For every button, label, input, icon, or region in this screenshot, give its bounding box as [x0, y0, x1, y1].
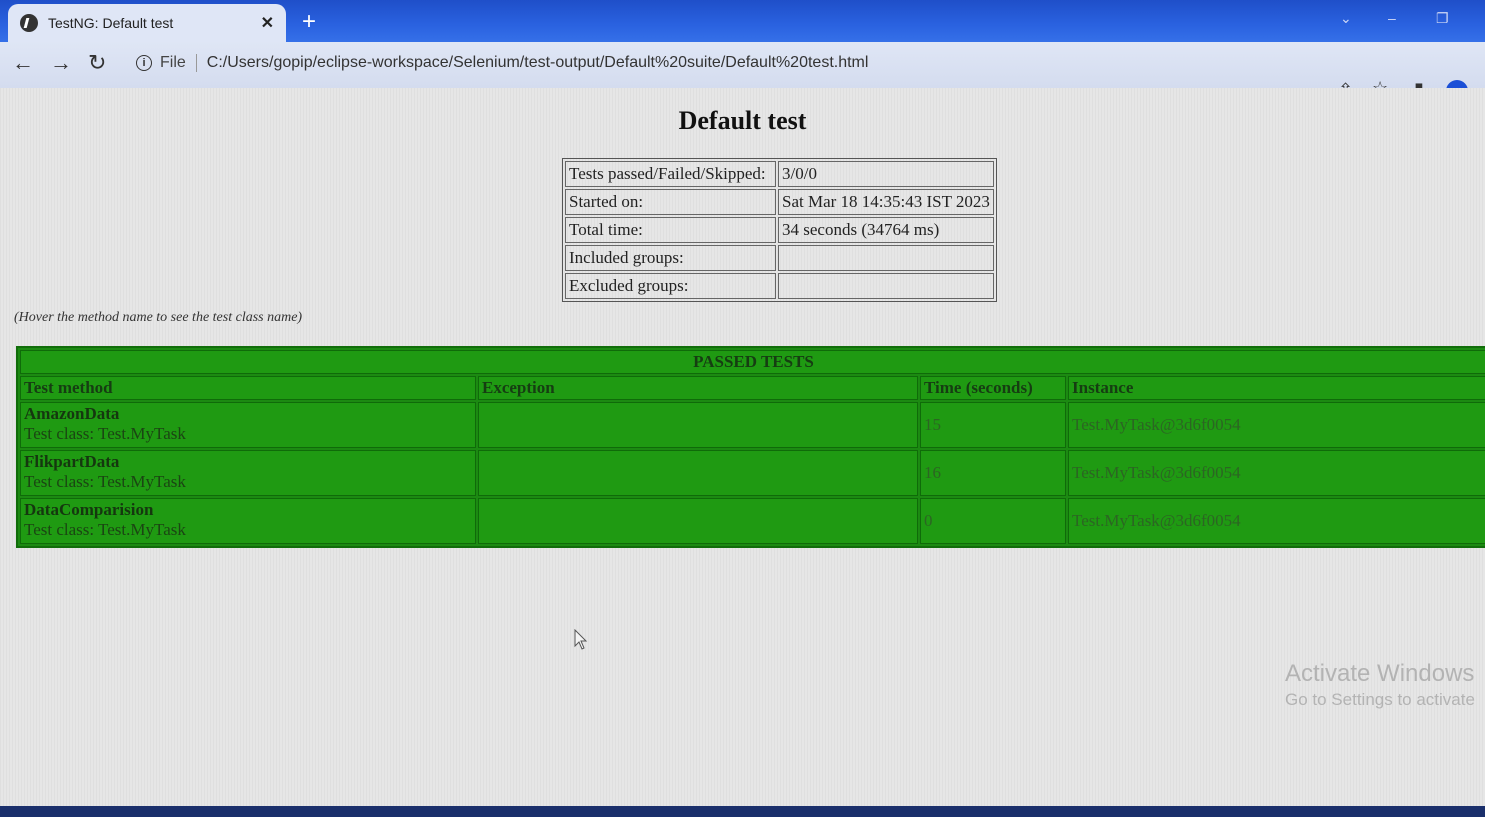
time-cell: 16 — [920, 450, 1066, 496]
test-method-cell[interactable]: DataComparision Test class: Test.MyTask — [20, 498, 476, 544]
method-name[interactable]: FlikpartData — [24, 452, 472, 472]
browser-toolbar: ← → ↻ i File C:/Users/gopip/eclipse-work… — [0, 42, 1485, 88]
tab-strip: TestNG: Default test ✕ + ⌄ – ❐ — [0, 0, 1485, 42]
test-method-cell[interactable]: AmazonData Test class: Test.MyTask — [20, 402, 476, 448]
info-icon[interactable]: i — [136, 55, 152, 71]
table-row: DataComparision Test class: Test.MyTask … — [20, 498, 1485, 544]
exception-cell — [478, 402, 918, 448]
method-class: Test class: Test.MyTask — [24, 520, 186, 539]
summary-label: Total time: — [565, 217, 776, 243]
test-method-cell[interactable]: FlikpartData Test class: Test.MyTask — [20, 450, 476, 496]
passed-tests-table: PASSED TESTS Test method Exception Time … — [16, 346, 1485, 548]
column-header-exception: Exception — [478, 376, 918, 400]
instance-cell: Test.MyTask@3d6f0054 — [1068, 402, 1485, 448]
watermark-title: Activate Windows — [1285, 660, 1475, 687]
summary-row: Started on: Sat Mar 18 14:35:43 IST 2023 — [565, 189, 994, 215]
passed-tests-title: PASSED TESTS — [20, 350, 1485, 374]
column-header-test-method: Test method — [20, 376, 476, 400]
summary-value: 3/0/0 — [778, 161, 994, 187]
summary-row: Total time: 34 seconds (34764 ms) — [565, 217, 994, 243]
taskbar — [0, 806, 1485, 817]
forward-icon[interactable]: → — [50, 50, 72, 76]
method-class: Test class: Test.MyTask — [24, 424, 186, 443]
table-row: AmazonData Test class: Test.MyTask 15 Te… — [20, 402, 1485, 448]
back-icon[interactable]: ← — [12, 50, 34, 76]
summary-row: Tests passed/Failed/Skipped: 3/0/0 — [565, 161, 994, 187]
summary-value — [778, 245, 994, 271]
summary-value: 34 seconds (34764 ms) — [778, 217, 994, 243]
summary-row: Included groups: — [565, 245, 994, 271]
time-cell: 15 — [920, 402, 1066, 448]
instance-cell: Test.MyTask@3d6f0054 — [1068, 450, 1485, 496]
page-title: Default test — [678, 106, 807, 135]
mouse-cursor-icon — [574, 629, 588, 650]
tab-title: TestNG: Default test — [48, 15, 174, 31]
exception-cell — [478, 498, 918, 544]
new-tab-button[interactable]: + — [302, 8, 316, 36]
method-name[interactable]: AmazonData — [24, 404, 472, 424]
reload-icon[interactable]: ↻ — [88, 50, 106, 76]
summary-label: Started on: — [565, 189, 776, 215]
close-tab-icon[interactable]: ✕ — [261, 13, 274, 33]
method-name[interactable]: DataComparision — [24, 500, 472, 520]
exception-cell — [478, 450, 918, 496]
address-bar[interactable]: i File C:/Users/gopip/eclipse-workspace/… — [126, 47, 1326, 79]
method-class: Test class: Test.MyTask — [24, 472, 186, 491]
url-scheme-label: File — [160, 54, 197, 72]
watermark-subtitle: Go to Settings to activate — [1285, 690, 1475, 709]
hover-hint: (Hover the method name to see the test c… — [14, 310, 303, 325]
testng-favicon-icon — [20, 14, 38, 32]
minimize-icon[interactable]: – — [1388, 10, 1396, 26]
summary-table: Tests passed/Failed/Skipped: 3/0/0 Start… — [562, 158, 997, 302]
page-content: Default test Tests passed/Failed/Skipped… — [0, 88, 1485, 806]
summary-label: Included groups: — [565, 245, 776, 271]
summary-row: Excluded groups: — [565, 273, 994, 299]
activate-windows-watermark: Activate Windows Go to Settings to activ… — [1285, 660, 1475, 710]
url-text[interactable]: C:/Users/gopip/eclipse-workspace/Seleniu… — [207, 54, 869, 72]
column-header-instance: Instance — [1068, 376, 1485, 400]
time-cell: 0 — [920, 498, 1066, 544]
browser-tab[interactable]: TestNG: Default test ✕ — [8, 4, 286, 42]
table-row: FlikpartData Test class: Test.MyTask 16 … — [20, 450, 1485, 496]
summary-value: Sat Mar 18 14:35:43 IST 2023 — [778, 189, 994, 215]
summary-value — [778, 273, 994, 299]
instance-cell: Test.MyTask@3d6f0054 — [1068, 498, 1485, 544]
maximize-icon[interactable]: ❐ — [1436, 10, 1449, 27]
tab-search-icon[interactable]: ⌄ — [1340, 10, 1352, 27]
summary-label: Excluded groups: — [565, 273, 776, 299]
summary-label: Tests passed/Failed/Skipped: — [565, 161, 776, 187]
column-header-time: Time (seconds) — [920, 376, 1066, 400]
